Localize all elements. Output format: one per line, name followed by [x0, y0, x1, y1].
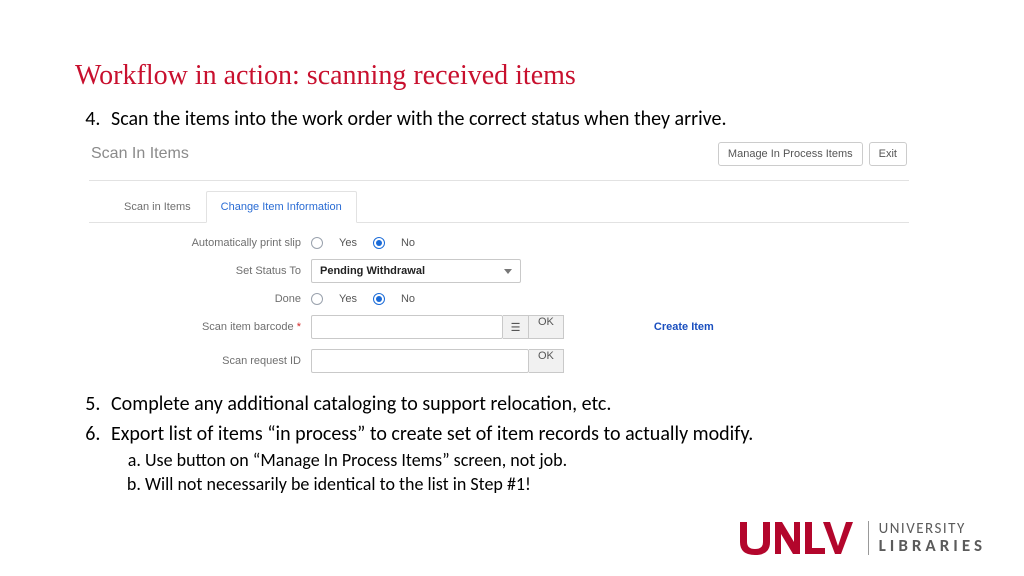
logo-divider: [868, 521, 869, 555]
logo-libraries: LIBRARIES: [879, 537, 986, 554]
step-4: Scan the items into the work order with …: [105, 106, 949, 132]
radio-label-yes: Yes: [339, 237, 357, 249]
required-mark: *: [297, 321, 301, 333]
step-6a: Use button on “Manage In Process Items” …: [145, 449, 949, 472]
label-scan-request: Scan request ID: [89, 355, 311, 367]
label-scan-barcode: Scan item barcode *: [89, 321, 311, 333]
scan-request-input[interactable]: [311, 349, 529, 373]
scan-barcode-input[interactable]: [311, 315, 503, 339]
manage-in-process-button[interactable]: Manage In Process Items: [718, 142, 863, 166]
radio-label-no-2: No: [401, 293, 415, 305]
request-ok-button[interactable]: OK: [529, 349, 564, 373]
step-6b: Will not necessarily be identical to the…: [145, 473, 949, 496]
radio-auto-print-no[interactable]: [373, 237, 385, 249]
label-done: Done: [89, 293, 311, 305]
radio-label-no: No: [401, 237, 415, 249]
status-select[interactable]: Pending Withdrawal: [311, 259, 521, 283]
radio-done-no[interactable]: [373, 293, 385, 305]
chevron-down-icon: [504, 269, 512, 274]
radio-auto-print-yes[interactable]: [311, 237, 323, 249]
app-title: Scan In Items: [91, 145, 189, 163]
create-item-link[interactable]: Create Item: [654, 321, 714, 333]
exit-button[interactable]: Exit: [869, 142, 907, 166]
tab-scan-in-items[interactable]: Scan in Items: [109, 191, 206, 223]
unlv-libraries-logo: UNIVERSITY LIBRARIES: [738, 520, 986, 556]
label-auto-print: Automatically print slip: [89, 237, 311, 249]
scan-in-items-app: Scan In Items Manage In Process Items Ex…: [89, 142, 909, 373]
slide-title: Workflow in action: scanning received it…: [75, 60, 949, 92]
barcode-ok-button[interactable]: OK: [529, 315, 564, 339]
status-select-value: Pending Withdrawal: [320, 265, 425, 277]
list-icon[interactable]: ☰: [503, 315, 529, 339]
step-6: Export list of items “in process” to cre…: [105, 421, 949, 497]
radio-label-yes-2: Yes: [339, 293, 357, 305]
step-5: Complete any additional cataloging to su…: [105, 391, 949, 417]
unlv-wordmark: [738, 520, 858, 556]
label-set-status: Set Status To: [89, 265, 311, 277]
radio-done-yes[interactable]: [311, 293, 323, 305]
tab-change-item-information[interactable]: Change Item Information: [206, 191, 357, 223]
